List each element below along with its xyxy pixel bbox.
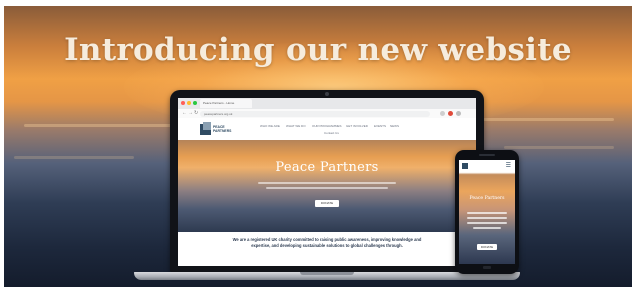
site-header: PEACE PARTNERS WHO WE ARE WHAT WE DO OUR… xyxy=(178,118,476,140)
laptop-notch xyxy=(300,272,354,275)
window-minimize-dot xyxy=(187,101,191,105)
phone-logo[interactable] xyxy=(462,163,468,169)
banner-background: Introducing our new website Peace Partne… xyxy=(4,6,632,287)
phone-hero-text-line xyxy=(467,222,507,224)
hero-donate-button[interactable]: DONATE xyxy=(315,200,339,207)
mission-text: We are a registered UK charity committed… xyxy=(232,237,422,248)
phone-donate-button[interactable]: DONATE xyxy=(477,244,497,250)
reload-icon[interactable]: ↻ xyxy=(194,110,198,117)
window-maximize-dot xyxy=(193,101,197,105)
site-logo[interactable]: PEACE PARTNERS xyxy=(200,122,234,136)
nav-item-news[interactable]: NEWS xyxy=(390,124,399,128)
cloud-streak xyxy=(24,124,174,127)
profile-icon[interactable] xyxy=(448,111,453,116)
hero-subtitle-line xyxy=(258,182,396,184)
phone-speaker xyxy=(479,154,495,156)
window-close-dot xyxy=(181,101,185,105)
phone-hero-text-line xyxy=(467,212,507,214)
banner-headline: Introducing our new website xyxy=(64,32,572,68)
cloud-streak xyxy=(14,156,134,159)
phone-mockup: ☰ Peace Partners DONATE xyxy=(455,150,519,274)
url-field[interactable]: peacepartners.org.uk xyxy=(200,110,430,117)
phone-hero-text-line xyxy=(467,217,507,219)
mission-section: We are a registered UK charity committed… xyxy=(178,232,476,266)
logo-text: PEACE PARTNERS xyxy=(213,125,231,133)
nav-item-our-programmes[interactable]: OUR PROGRAMMES xyxy=(312,124,342,128)
star-icon[interactable] xyxy=(440,111,445,116)
browser-tab[interactable]: Peace Partners - Home xyxy=(200,99,252,108)
nav-item-get-involved[interactable]: GET INVOLVED xyxy=(346,124,368,128)
menu-dots-icon[interactable] xyxy=(456,111,461,116)
nav-item-events[interactable]: EVENTS xyxy=(374,124,386,128)
laptop-camera xyxy=(325,92,329,96)
phone-screen: ☰ Peace Partners DONATE xyxy=(459,160,515,264)
phone-hero-text-line xyxy=(473,227,501,229)
logo-text-line2: PARTNERS xyxy=(213,129,232,133)
site-hero: Peace Partners DONATE xyxy=(178,140,476,232)
hero-subtitle-line xyxy=(266,187,388,189)
cloud-streak xyxy=(474,118,614,121)
nav-item-contact[interactable]: Contact Us xyxy=(324,131,339,135)
nav-item-what-we-do[interactable]: WHAT WE DO xyxy=(286,124,306,128)
back-arrow-icon[interactable]: ← xyxy=(182,110,187,117)
logo-mark-accent xyxy=(203,122,211,130)
phone-hero-title: Peace Partners xyxy=(469,196,505,201)
forward-arrow-icon[interactable]: → xyxy=(188,110,193,117)
nav-item-who-we-are[interactable]: WHO WE ARE xyxy=(260,124,280,128)
site-nav: WHO WE ARE WHAT WE DO OUR PROGRAMMES GET… xyxy=(260,124,460,135)
hero-title: Peace Partners xyxy=(275,160,379,175)
phone-home-button xyxy=(483,266,491,269)
laptop-mockup: Peace Partners - Home ← → ↻ peacepartner… xyxy=(170,90,484,272)
phone-site-header: ☰ xyxy=(459,160,515,172)
cloud-streak xyxy=(504,146,614,149)
hamburger-menu-icon[interactable]: ☰ xyxy=(506,163,511,169)
laptop-screen: Peace Partners - Home ← → ↻ peacepartner… xyxy=(178,98,476,266)
